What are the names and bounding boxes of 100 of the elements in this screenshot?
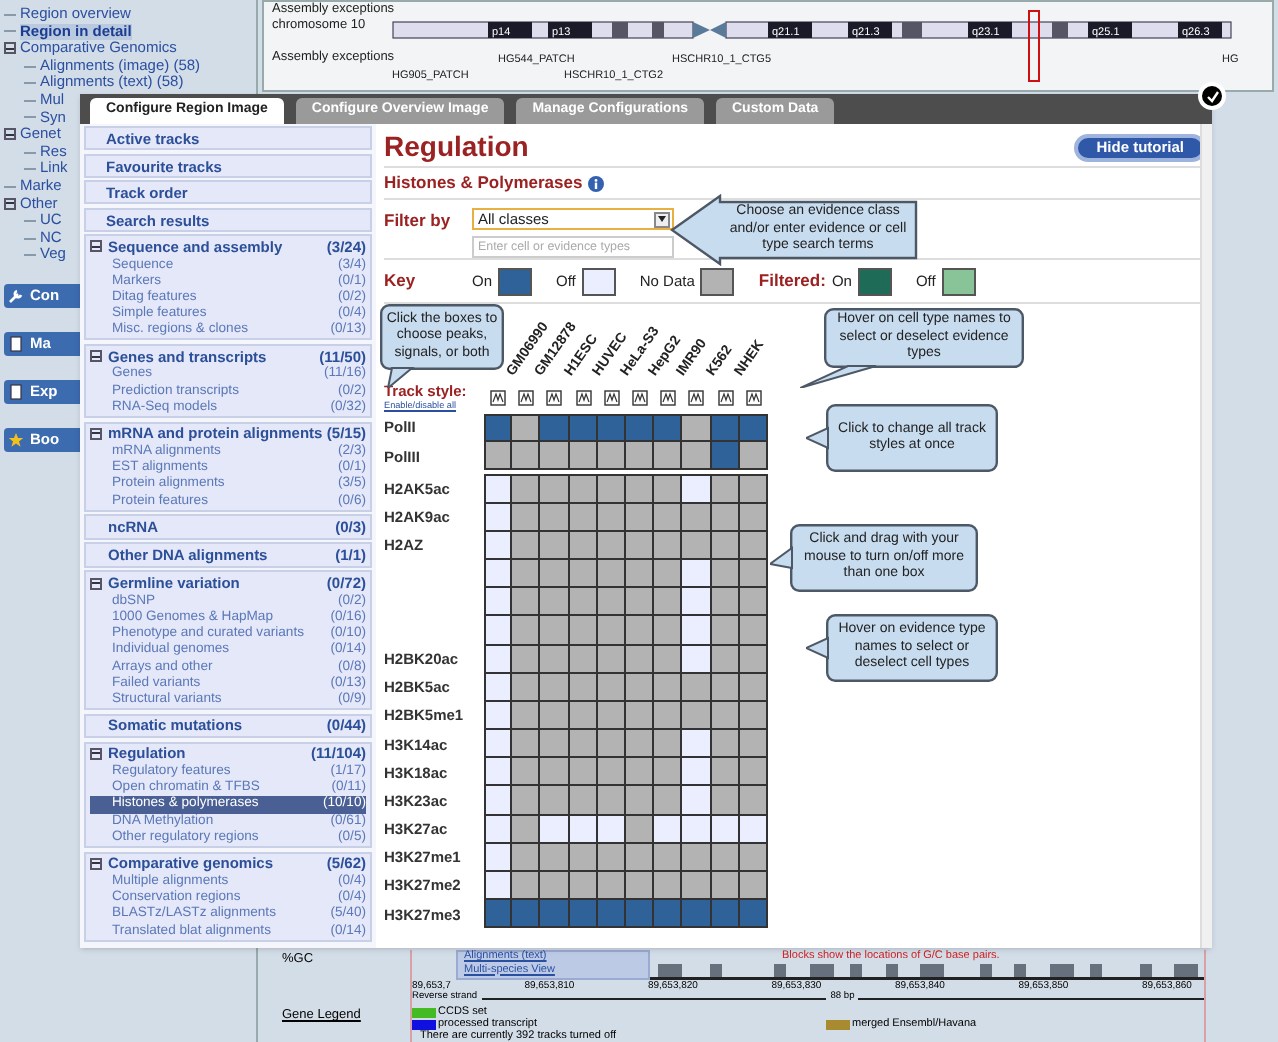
grid-cell[interactable] bbox=[484, 872, 513, 901]
grid-cell[interactable] bbox=[739, 414, 768, 443]
grid-cell[interactable] bbox=[682, 531, 711, 560]
grid-cell[interactable] bbox=[540, 588, 570, 617]
grid-cell[interactable] bbox=[484, 730, 513, 759]
grid-cell[interactable] bbox=[569, 414, 598, 443]
grid-cell[interactable] bbox=[597, 900, 626, 929]
grid-cell[interactable] bbox=[540, 900, 570, 929]
grid-cell[interactable] bbox=[654, 616, 683, 645]
grid-cell[interactable] bbox=[682, 701, 711, 731]
grid-cell[interactable] bbox=[654, 758, 683, 787]
grid-cell[interactable] bbox=[484, 900, 513, 929]
grid-cell[interactable] bbox=[682, 503, 711, 532]
grid-cell[interactable] bbox=[711, 414, 740, 443]
grid-cell[interactable] bbox=[540, 503, 570, 532]
grid-cell[interactable] bbox=[540, 872, 570, 901]
grid-cell[interactable] bbox=[654, 786, 683, 816]
grid-cell[interactable] bbox=[569, 730, 598, 759]
grid-cell[interactable] bbox=[654, 701, 683, 731]
grid-cell[interactable] bbox=[540, 531, 570, 560]
grid-cell[interactable] bbox=[540, 843, 570, 872]
grid-cell[interactable] bbox=[484, 786, 513, 816]
grid-cell[interactable] bbox=[654, 645, 683, 674]
grid-cell[interactable] bbox=[654, 503, 683, 532]
track-style-icon[interactable] bbox=[603, 390, 620, 406]
grid-cell[interactable] bbox=[597, 758, 626, 787]
grid-cell[interactable] bbox=[540, 414, 570, 443]
grid-cell[interactable] bbox=[540, 474, 570, 504]
grid-cell[interactable] bbox=[711, 758, 740, 787]
grid-cell[interactable] bbox=[682, 559, 711, 589]
grid-cell[interactable] bbox=[512, 786, 541, 816]
grid-cell[interactable] bbox=[569, 442, 598, 471]
grid-cell[interactable] bbox=[484, 588, 513, 617]
grid-cell[interactable] bbox=[540, 645, 570, 674]
grid-cell[interactable] bbox=[512, 872, 541, 901]
grid-cell[interactable] bbox=[711, 730, 740, 759]
grid-cell[interactable] bbox=[484, 531, 513, 560]
grid-cell[interactable] bbox=[739, 872, 768, 901]
grid-cell[interactable] bbox=[569, 872, 598, 901]
grid-cell[interactable] bbox=[682, 843, 711, 872]
grid-cell[interactable] bbox=[739, 442, 768, 471]
grid-cell[interactable] bbox=[625, 414, 655, 443]
grid-cell[interactable] bbox=[654, 900, 683, 929]
track-style-icon[interactable] bbox=[575, 390, 592, 406]
grid-cell[interactable] bbox=[540, 758, 570, 787]
grid-cell[interactable] bbox=[654, 872, 683, 901]
collapse-icon[interactable] bbox=[90, 350, 102, 363]
grid-cell[interactable] bbox=[512, 414, 541, 443]
grid-cell[interactable] bbox=[625, 588, 655, 617]
track-style-icon[interactable] bbox=[660, 390, 677, 406]
grid-cell[interactable] bbox=[625, 616, 655, 645]
grid-cell[interactable] bbox=[597, 588, 626, 617]
grid-cell[interactable] bbox=[484, 503, 513, 532]
grid-cell[interactable] bbox=[682, 758, 711, 787]
grid-cell[interactable] bbox=[484, 673, 513, 702]
grid-cell[interactable] bbox=[512, 843, 541, 872]
grid-cell[interactable] bbox=[484, 616, 513, 645]
grid-cell[interactable] bbox=[569, 588, 598, 617]
scrollbar[interactable] bbox=[1200, 124, 1212, 948]
grid-cell[interactable] bbox=[484, 815, 513, 844]
grid-cell[interactable] bbox=[654, 673, 683, 702]
grid-cell[interactable] bbox=[682, 730, 711, 759]
grid-cell[interactable] bbox=[540, 701, 570, 731]
grid-cell[interactable] bbox=[739, 786, 768, 816]
grid-cell[interactable] bbox=[512, 588, 541, 617]
grid-cell[interactable] bbox=[512, 900, 541, 929]
grid-cell[interactable] bbox=[597, 786, 626, 816]
track-style-icon[interactable] bbox=[546, 390, 563, 406]
grid-cell[interactable] bbox=[484, 758, 513, 787]
grid-cell[interactable] bbox=[711, 872, 740, 901]
collapse-icon[interactable] bbox=[90, 857, 102, 870]
grid-cell[interactable] bbox=[682, 588, 711, 617]
grid-cell[interactable] bbox=[484, 701, 513, 731]
grid-cell[interactable] bbox=[540, 786, 570, 816]
grid-cell[interactable] bbox=[625, 900, 655, 929]
grid-cell[interactable] bbox=[512, 758, 541, 787]
grid-cell[interactable] bbox=[654, 588, 683, 617]
grid-cell[interactable] bbox=[484, 442, 513, 471]
grid-cell[interactable] bbox=[540, 815, 570, 844]
grid-cell[interactable] bbox=[512, 616, 541, 645]
grid-cell[interactable] bbox=[739, 900, 768, 929]
grid-cell[interactable] bbox=[597, 872, 626, 901]
grid-cell[interactable] bbox=[682, 673, 711, 702]
grid-cell[interactable] bbox=[682, 815, 711, 844]
grid-cell[interactable] bbox=[654, 730, 683, 759]
grid-cell[interactable] bbox=[484, 559, 513, 589]
grid-cell[interactable] bbox=[711, 588, 740, 617]
grid-cell[interactable] bbox=[625, 442, 655, 471]
collapse-icon[interactable] bbox=[90, 577, 102, 589]
grid-cell[interactable] bbox=[597, 442, 626, 471]
grid-cell[interactable] bbox=[484, 843, 513, 872]
collapse-icon[interactable] bbox=[4, 42, 16, 55]
track-style-icon[interactable] bbox=[490, 390, 507, 406]
grid-cell[interactable] bbox=[654, 843, 683, 872]
grid-cell[interactable] bbox=[682, 900, 711, 929]
info-icon[interactable] bbox=[588, 175, 605, 191]
grid-cell[interactable] bbox=[625, 730, 655, 759]
grid-cell[interactable] bbox=[654, 474, 683, 504]
collapse-icon[interactable] bbox=[90, 240, 102, 253]
grid-cell[interactable] bbox=[597, 414, 626, 443]
